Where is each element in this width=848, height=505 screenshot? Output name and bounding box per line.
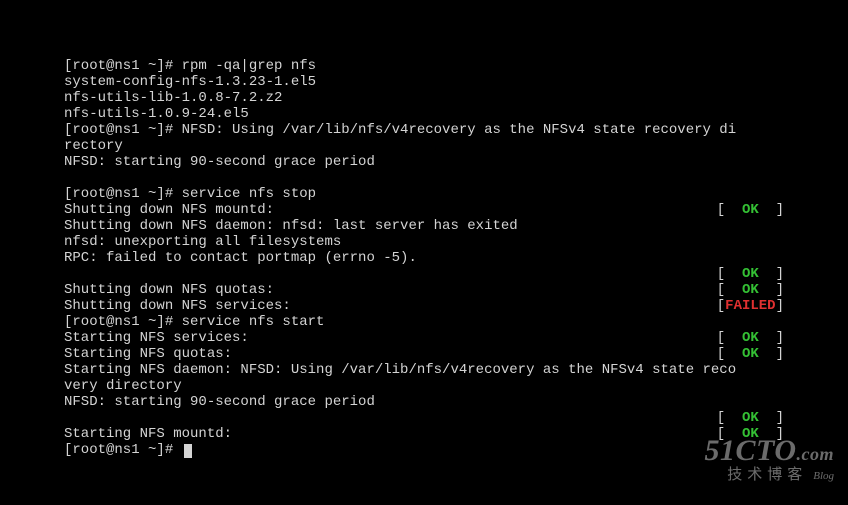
bracket-open: [ bbox=[717, 410, 742, 426]
status-box: [ OK ] bbox=[717, 346, 784, 362]
status-ok: OK bbox=[742, 426, 759, 442]
bracket-close: ] bbox=[776, 298, 784, 314]
bracket-close: ] bbox=[759, 330, 784, 346]
terminal-status-line: Shutting down NFS mountd: [ OK ] bbox=[64, 202, 784, 218]
status-label: Shutting down NFS mountd: bbox=[64, 202, 274, 218]
bracket-open: [ bbox=[717, 346, 742, 362]
terminal-line: [root@ns1 ~]# service nfs start bbox=[64, 314, 784, 330]
terminal-line: Starting NFS daemon: NFSD: Using /var/li… bbox=[64, 362, 784, 378]
terminal-line: nfs-utils-lib-1.0.8-7.2.z2 bbox=[64, 90, 784, 106]
terminal-line: NFSD: starting 90-second grace period bbox=[64, 394, 784, 410]
terminal-line: RPC: failed to contact portmap (errno -5… bbox=[64, 250, 784, 266]
status-label: Starting NFS mountd: bbox=[64, 426, 232, 442]
status-gap bbox=[274, 282, 717, 298]
status-gap bbox=[232, 346, 717, 362]
status-label: Starting NFS quotas: bbox=[64, 346, 232, 362]
terminal-line: [root@ns1 ~]# rpm -qa|grep nfs bbox=[64, 58, 784, 74]
bracket-close: ] bbox=[759, 266, 784, 282]
status-box: [ OK ] bbox=[717, 282, 784, 298]
status-ok: OK bbox=[742, 346, 759, 362]
bracket-open: [ bbox=[717, 298, 725, 314]
status-gap bbox=[64, 410, 717, 426]
bracket-open: [ bbox=[717, 202, 742, 218]
status-gap bbox=[64, 266, 717, 282]
bracket-close: ] bbox=[759, 426, 784, 442]
status-box: [ OK ] bbox=[717, 202, 784, 218]
status-ok: OK bbox=[742, 202, 759, 218]
status-label: Starting NFS services: bbox=[64, 330, 249, 346]
terminal-line: rectory bbox=[64, 138, 784, 154]
terminal-line: NFSD: starting 90-second grace period bbox=[64, 154, 784, 170]
terminal-blank-line bbox=[64, 170, 784, 186]
terminal-line: nfs-utils-1.0.9-24.el5 bbox=[64, 106, 784, 122]
status-box: [ OK ] bbox=[717, 330, 784, 346]
terminal-prompt[interactable]: [root@ns1 ~]# bbox=[64, 442, 784, 458]
status-box: [ OK ] bbox=[717, 426, 784, 442]
bracket-open: [ bbox=[717, 330, 742, 346]
terminal-status-line: Starting NFS mountd: [ OK ] bbox=[64, 426, 784, 442]
terminal-line: very directory bbox=[64, 378, 784, 394]
bracket-open: [ bbox=[717, 266, 742, 282]
terminal-line: [root@ns1 ~]# NFSD: Using /var/lib/nfs/v… bbox=[64, 122, 784, 138]
bracket-close: ] bbox=[759, 282, 784, 298]
status-label: Shutting down NFS services: bbox=[64, 298, 291, 314]
bracket-close: ] bbox=[759, 202, 784, 218]
terminal-status-line: Starting NFS quotas: [ OK ] bbox=[64, 346, 784, 362]
status-gap bbox=[249, 330, 717, 346]
terminal-status-line: Shutting down NFS services: [FAILED] bbox=[64, 298, 784, 314]
terminal-status-line: Starting NFS services: [ OK ] bbox=[64, 330, 784, 346]
status-gap bbox=[232, 426, 717, 442]
bracket-open: [ bbox=[717, 426, 742, 442]
terminal-line: [root@ns1 ~]# service nfs stop bbox=[64, 186, 784, 202]
terminal-output[interactable]: [root@ns1 ~]# rpm -qa|grep nfssystem-con… bbox=[28, 28, 820, 477]
status-box: [ OK ] bbox=[717, 410, 784, 426]
cursor-icon bbox=[184, 444, 192, 458]
bracket-close: ] bbox=[759, 346, 784, 362]
terminal-status-line: [ OK ] bbox=[64, 266, 784, 282]
terminal-line: Shutting down NFS daemon: nfsd: last ser… bbox=[64, 218, 784, 234]
status-box: [FAILED] bbox=[717, 298, 784, 314]
status-ok: OK bbox=[742, 266, 759, 282]
bracket-close: ] bbox=[759, 410, 784, 426]
status-gap bbox=[274, 202, 717, 218]
status-failed: FAILED bbox=[725, 298, 775, 314]
status-ok: OK bbox=[742, 410, 759, 426]
terminal-status-line: Shutting down NFS quotas: [ OK ] bbox=[64, 282, 784, 298]
status-ok: OK bbox=[742, 330, 759, 346]
prompt-text: [root@ns1 ~]# bbox=[64, 442, 182, 458]
bracket-open: [ bbox=[717, 282, 742, 298]
terminal-status-line: [ OK ] bbox=[64, 410, 784, 426]
status-label: Shutting down NFS quotas: bbox=[64, 282, 274, 298]
terminal-line: system-config-nfs-1.3.23-1.el5 bbox=[64, 74, 784, 90]
terminal-line: nfsd: unexporting all filesystems bbox=[64, 234, 784, 250]
status-box: [ OK ] bbox=[717, 266, 784, 282]
status-gap bbox=[291, 298, 717, 314]
status-ok: OK bbox=[742, 282, 759, 298]
